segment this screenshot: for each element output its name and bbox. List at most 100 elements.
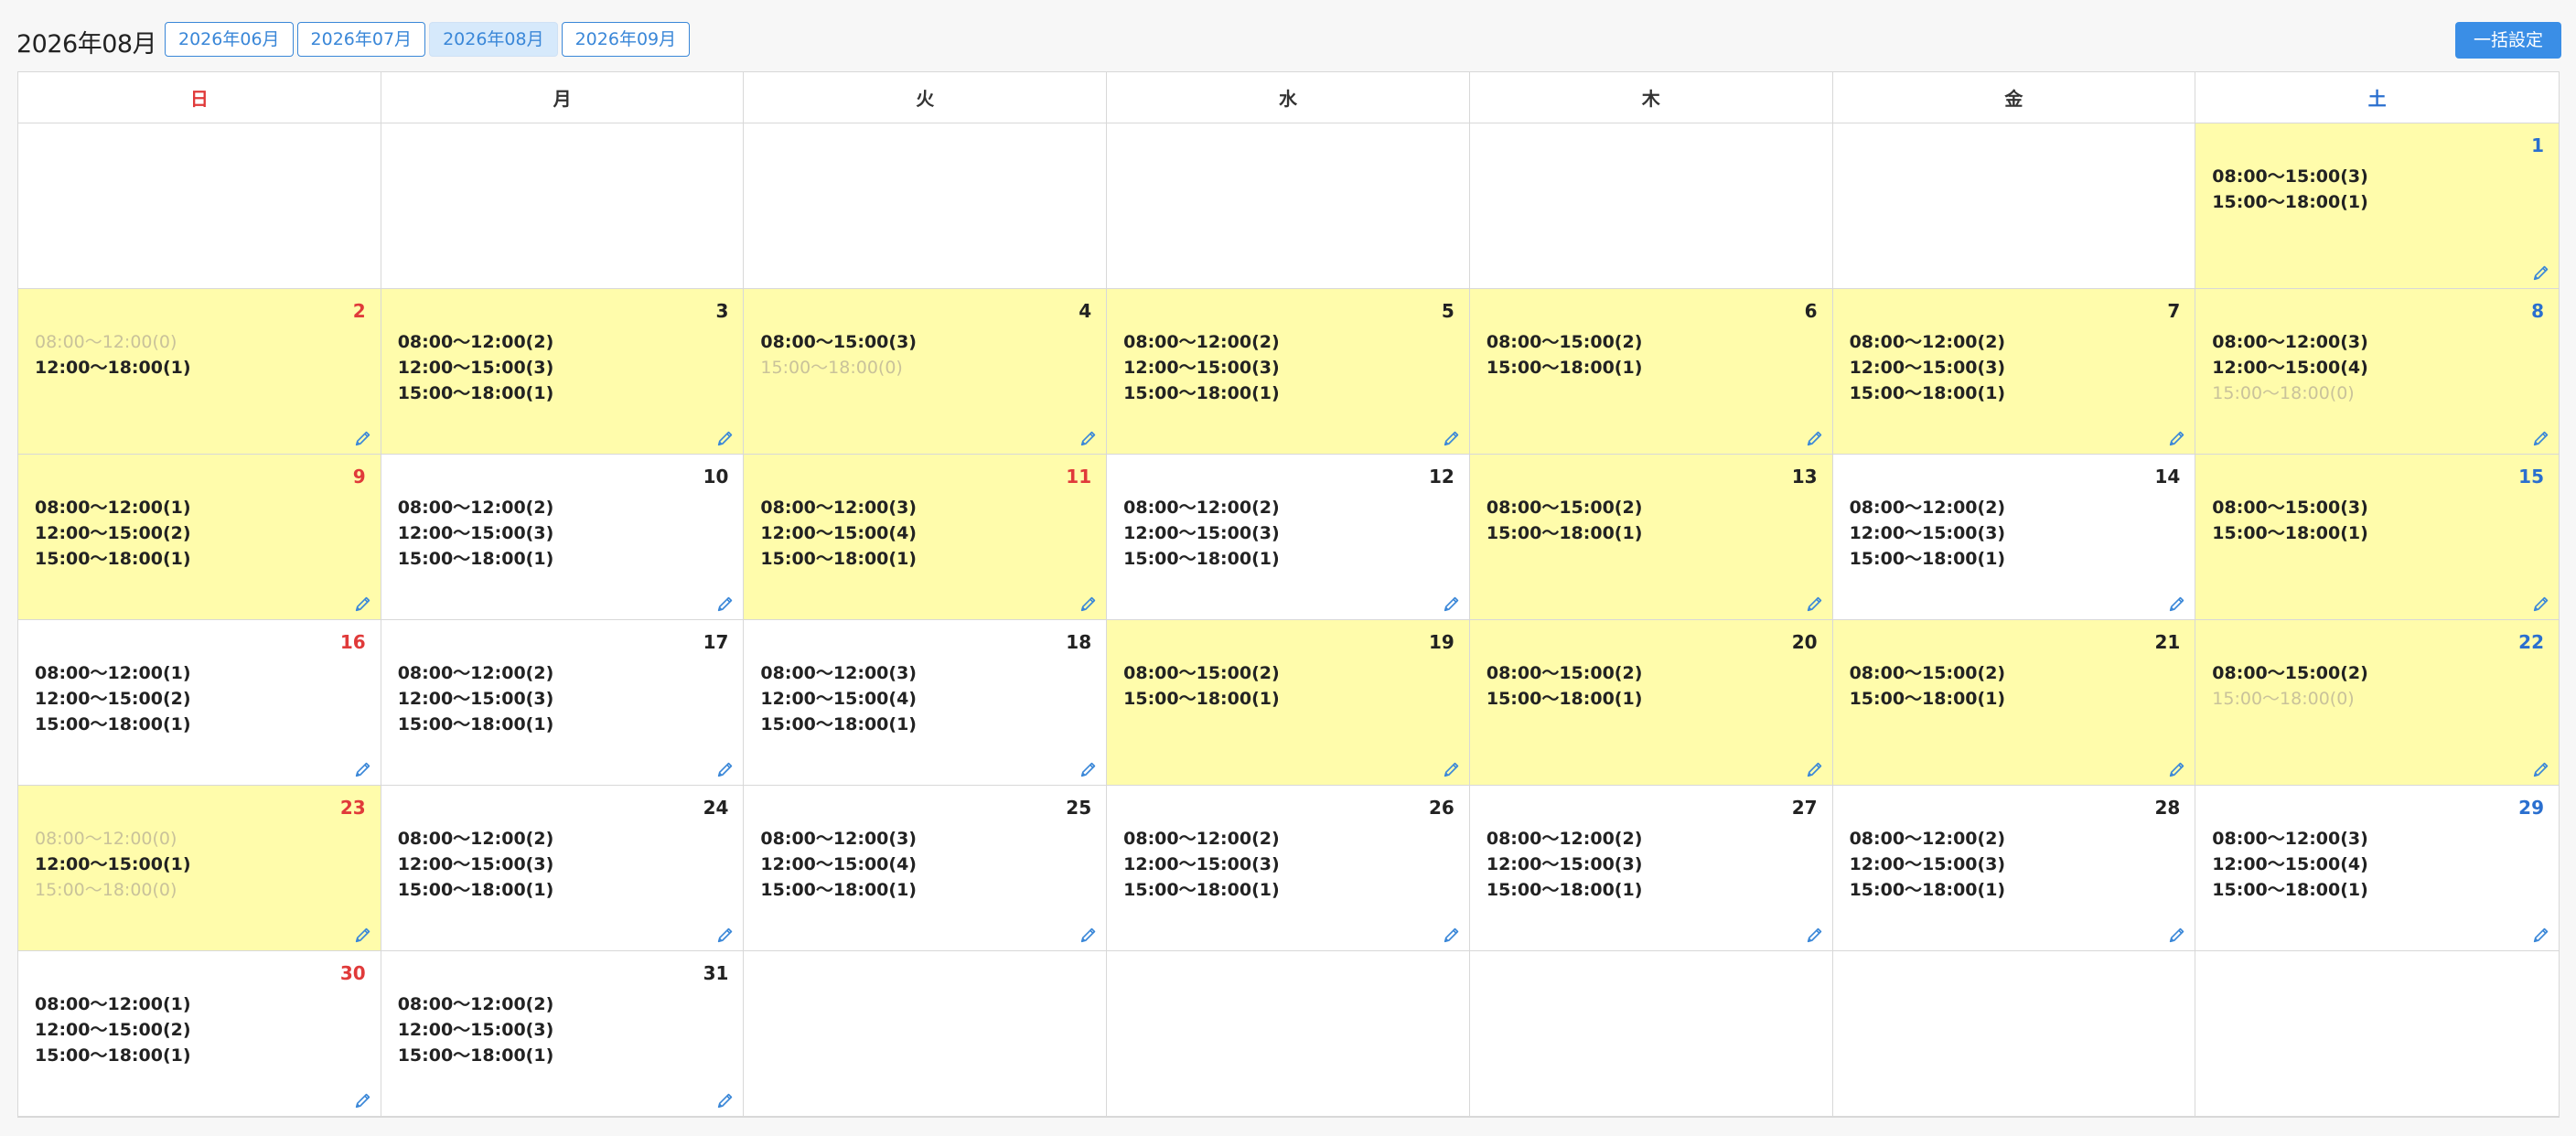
month-button-jul[interactable]: 2026年07月 — [296, 22, 426, 57]
edit-pencil-icon[interactable] — [1442, 428, 1462, 448]
edit-pencil-icon[interactable] — [715, 759, 735, 779]
month-button-aug[interactable]: 2026年08月 — [429, 22, 558, 57]
edit-pencil-icon[interactable] — [353, 925, 373, 945]
time-slot: 15:00〜18:00(1) — [1849, 383, 2006, 403]
calendar-day-cell: 29 08:00〜12:00(3) 12:00〜15:00(4) 15:00〜18:0… — [2195, 786, 2559, 951]
day-number: 8 — [2531, 300, 2544, 322]
time-slot: 12:00〜15:00(3) — [397, 358, 554, 378]
day-number: 17 — [703, 631, 729, 653]
time-slot-list: 08:00〜15:00(2) 15:00〜18:00(1) — [1487, 495, 1643, 546]
page-title: 2026年08月 — [16, 30, 157, 59]
time-slot: 15:00〜18:00(1) — [1486, 880, 1643, 900]
edit-pencil-icon[interactable] — [2531, 428, 2551, 448]
time-slot-list: 08:00〜12:00(2) 12:00〜15:00(3) 15:00〜18:00(… — [398, 826, 554, 903]
time-slot: 15:00〜18:00(1) — [397, 714, 554, 734]
time-slot: 15:00〜18:00(1) — [1849, 689, 2006, 709]
time-slot-list: 08:00〜12:00(1) 12:00〜15:00(2) 15:00〜18:00(… — [35, 495, 191, 572]
weekday-header-fri: 金 — [1832, 72, 2196, 123]
time-slot: 15:00〜18:00(0) — [760, 358, 903, 378]
time-slot: 08:00〜15:00(2) — [1123, 663, 1280, 683]
month-button-sep[interactable]: 2026年09月 — [561, 22, 691, 57]
time-slot: 08:00〜15:00(2) — [1486, 663, 1643, 683]
time-slot-list: 08:00〜12:00(2) 12:00〜15:00(3) 15:00〜18:00(… — [398, 660, 554, 737]
day-number: 25 — [1066, 797, 1092, 819]
day-number: 28 — [2154, 797, 2181, 819]
calendar-empty-cell — [1107, 123, 1470, 289]
calendar-day-cell: 7 08:00〜12:00(2) 12:00〜15:00(3) 15:00〜18:00… — [1832, 289, 2196, 455]
calendar-day-cell: 8 08:00〜12:00(3) 12:00〜15:00(4) 15:00〜18:00… — [2195, 289, 2559, 455]
time-slot: 08:00〜12:00(3) — [760, 829, 917, 849]
day-number: 27 — [1791, 797, 1818, 819]
calendar-day-cell: 18 08:00〜12:00(3) 12:00〜15:00(4) 15:00〜18:0… — [744, 620, 1108, 786]
edit-pencil-icon[interactable] — [2167, 428, 2187, 448]
edit-pencil-icon[interactable] — [2167, 925, 2187, 945]
time-slot-list: 08:00〜12:00(0) 12:00〜18:00(1) — [35, 329, 191, 380]
time-slot-list: 08:00〜15:00(2) 15:00〜18:00(1) — [1123, 660, 1280, 712]
time-slot-list: 08:00〜12:00(2) 12:00〜15:00(3) 15:00〜18:00(… — [1850, 495, 2006, 572]
weekday-header-wed: 水 — [1107, 72, 1470, 123]
time-slot: 08:00〜12:00(0) — [35, 332, 177, 352]
time-slot: 15:00〜18:00(1) — [1123, 383, 1280, 403]
time-slot-list: 08:00〜15:00(2) 15:00〜18:00(1) — [1487, 660, 1643, 712]
time-slot: 12:00〜15:00(1) — [35, 854, 191, 874]
edit-pencil-icon[interactable] — [715, 428, 735, 448]
calendar-day-cell: 2 08:00〜12:00(0) 12:00〜18:00(1) — [18, 289, 381, 455]
edit-pencil-icon[interactable] — [2531, 263, 2551, 283]
edit-pencil-icon[interactable] — [2531, 759, 2551, 779]
edit-pencil-icon[interactable] — [353, 594, 373, 614]
edit-pencil-icon[interactable] — [353, 759, 373, 779]
time-slot: 12:00〜15:00(4) — [2212, 358, 2368, 378]
edit-pencil-icon[interactable] — [1079, 594, 1099, 614]
edit-pencil-icon[interactable] — [715, 925, 735, 945]
calendar-day-cell: 11 08:00〜12:00(3) 12:00〜15:00(4) 15:00〜18:0… — [744, 455, 1108, 620]
time-slot: 12:00〜15:00(2) — [35, 523, 191, 543]
edit-pencil-icon[interactable] — [2167, 759, 2187, 779]
time-slot: 12:00〜15:00(3) — [397, 854, 554, 874]
time-slot: 15:00〜18:00(1) — [760, 549, 917, 569]
edit-pencil-icon[interactable] — [1442, 594, 1462, 614]
time-slot-list: 08:00〜15:00(3) 15:00〜18:00(1) — [2212, 164, 2368, 215]
time-slot: 15:00〜18:00(1) — [2212, 192, 2368, 212]
edit-pencil-icon[interactable] — [2167, 594, 2187, 614]
time-slot: 12:00〜15:00(4) — [760, 523, 917, 543]
time-slot: 08:00〜12:00(3) — [2212, 829, 2368, 849]
edit-pencil-icon[interactable] — [1805, 759, 1825, 779]
edit-pencil-icon[interactable] — [2531, 594, 2551, 614]
calendar-day-cell: 20 08:00〜15:00(2) 15:00〜18:00(1) — [1469, 620, 1833, 786]
weekday-header-tue: 火 — [744, 72, 1108, 123]
calendar-day-cell: 26 08:00〜12:00(2) 12:00〜15:00(3) 15:00〜18:0… — [1107, 786, 1470, 951]
calendar-day-cell: 21 08:00〜15:00(2) 15:00〜18:00(1) — [1832, 620, 2196, 786]
calendar-day-cell: 24 08:00〜12:00(2) 12:00〜15:00(3) 15:00〜18:0… — [381, 786, 745, 951]
edit-pencil-icon[interactable] — [353, 428, 373, 448]
calendar-empty-cell — [1832, 951, 2196, 1117]
time-slot: 08:00〜15:00(2) — [1486, 332, 1643, 352]
time-slot: 15:00〜18:00(1) — [1849, 549, 2006, 569]
time-slot: 08:00〜12:00(3) — [760, 663, 917, 683]
calendar-grid: 日 月 火 水 木 金 土 1 08:00〜15:00(3) 15:00〜18:00… — [17, 71, 2560, 1118]
bulk-settings-button[interactable]: 一括設定 — [2454, 22, 2561, 59]
edit-pencil-icon[interactable] — [353, 1090, 373, 1110]
calendar-day-cell: 23 08:00〜12:00(0) 12:00〜15:00(1) 15:00〜18:0… — [18, 786, 381, 951]
time-slot: 15:00〜18:00(1) — [397, 549, 554, 569]
edit-pencil-icon[interactable] — [1079, 925, 1099, 945]
edit-pencil-icon[interactable] — [1805, 428, 1825, 448]
edit-pencil-icon[interactable] — [1805, 594, 1825, 614]
time-slot: 12:00〜15:00(4) — [760, 689, 917, 709]
calendar-day-cell: 31 08:00〜12:00(2) 12:00〜15:00(3) 15:00〜18:0… — [381, 951, 745, 1117]
day-number: 20 — [1791, 631, 1818, 653]
day-number: 12 — [1429, 466, 1454, 488]
edit-pencil-icon[interactable] — [1442, 759, 1462, 779]
month-button-jun[interactable]: 2026年06月 — [165, 22, 294, 57]
edit-pencil-icon[interactable] — [1079, 428, 1099, 448]
edit-pencil-icon[interactable] — [1805, 925, 1825, 945]
time-slot: 08:00〜12:00(2) — [1849, 332, 2006, 352]
edit-pencil-icon[interactable] — [715, 1090, 735, 1110]
time-slot: 12:00〜15:00(3) — [397, 1020, 554, 1040]
time-slot: 15:00〜18:00(1) — [35, 1045, 191, 1066]
edit-pencil-icon[interactable] — [1442, 925, 1462, 945]
edit-pencil-icon[interactable] — [1079, 759, 1099, 779]
day-number: 29 — [2518, 797, 2544, 819]
edit-pencil-icon[interactable] — [715, 594, 735, 614]
calendar-day-cell: 10 08:00〜12:00(2) 12:00〜15:00(3) 15:00〜18:0… — [381, 455, 745, 620]
edit-pencil-icon[interactable] — [2531, 925, 2551, 945]
